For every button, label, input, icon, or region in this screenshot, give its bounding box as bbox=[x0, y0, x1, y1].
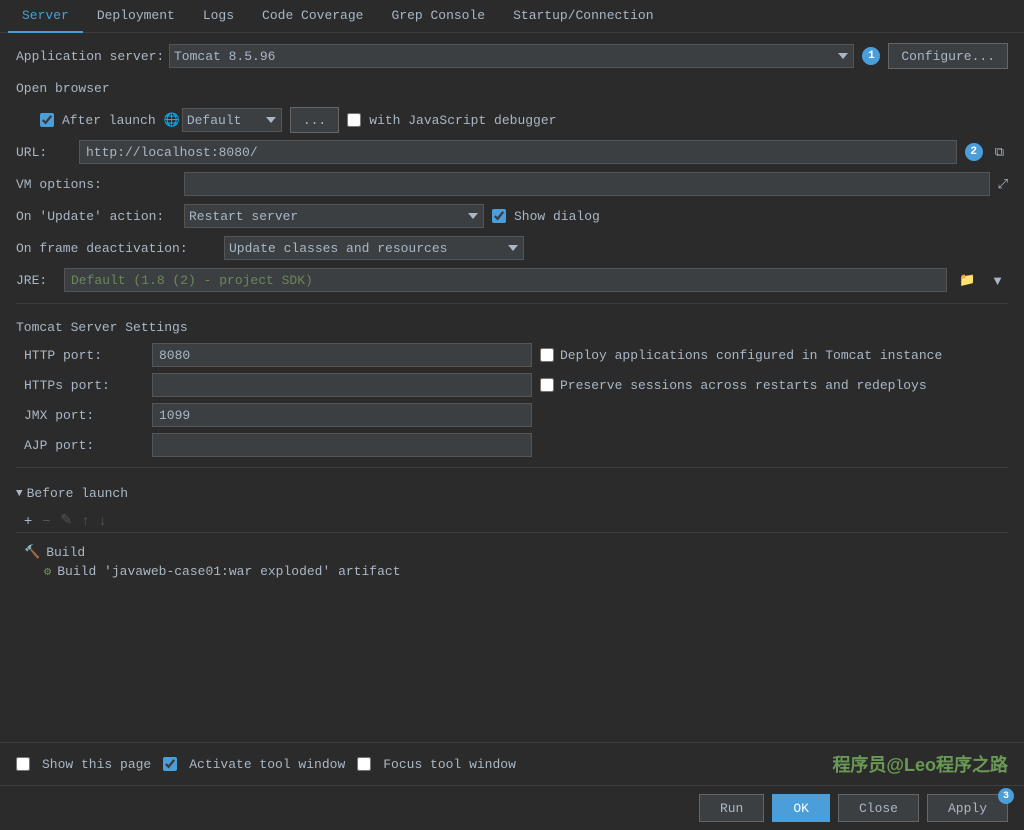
open-browser-label: Open browser bbox=[16, 81, 110, 96]
build-label: Build bbox=[46, 545, 85, 560]
collapse-icon[interactable]: ▼ bbox=[16, 488, 23, 500]
apply-button-wrapper: Apply 3 bbox=[927, 794, 1008, 822]
browser-select[interactable]: Default bbox=[182, 108, 282, 132]
apply-button[interactable]: Apply bbox=[927, 794, 1008, 822]
on-frame-row: On frame deactivation: Update classes an… bbox=[16, 235, 1008, 261]
js-debugger-checkbox[interactable] bbox=[347, 113, 361, 127]
vm-expand-button[interactable]: ⤢ bbox=[998, 176, 1008, 192]
jmx-port-input[interactable] bbox=[152, 403, 532, 427]
preserve-sessions-checkbox[interactable] bbox=[540, 378, 554, 392]
build-icon: 🔨 bbox=[24, 545, 40, 560]
add-button[interactable]: + bbox=[20, 510, 36, 530]
focus-tool-label[interactable]: Focus tool window bbox=[383, 757, 516, 772]
open-browser-section: Open browser bbox=[16, 75, 1008, 101]
jre-dropdown-icon[interactable]: ▼ bbox=[987, 271, 1008, 290]
show-dialog-label[interactable]: Show dialog bbox=[514, 209, 600, 224]
url-row: URL: 2 ⧉ bbox=[16, 139, 1008, 165]
bottom-bar: Show this page Activate tool window Focu… bbox=[0, 742, 1024, 785]
url-copy-icon[interactable]: ⧉ bbox=[991, 142, 1008, 162]
url-label: URL: bbox=[16, 145, 71, 160]
tomcat-settings-grid: HTTP port: Deploy applications configure… bbox=[24, 343, 1008, 457]
application-server-label: Application server: bbox=[16, 49, 161, 64]
tab-code-coverage[interactable]: Code Coverage bbox=[248, 0, 377, 33]
before-launch-toolbar: + − ✎ ↑ ↓ bbox=[16, 507, 1008, 533]
jre-folder-icon[interactable]: 📁 bbox=[955, 270, 979, 290]
after-launch-row: After launch 🌐 Default ... with JavaScri… bbox=[40, 107, 1008, 133]
tab-deployment[interactable]: Deployment bbox=[83, 0, 189, 33]
tab-bar: Server Deployment Logs Code Coverage Gre… bbox=[0, 0, 1024, 33]
activate-tool-checkbox[interactable] bbox=[163, 757, 177, 771]
ajp-port-input[interactable] bbox=[152, 433, 532, 457]
close-button[interactable]: Close bbox=[838, 794, 919, 822]
ajp-port-label: AJP port: bbox=[24, 438, 144, 453]
tab-grep-console[interactable]: Grep Console bbox=[377, 0, 499, 33]
show-page-label[interactable]: Show this page bbox=[42, 757, 151, 772]
deploy-applications-label: Deploy applications configured in Tomcat… bbox=[560, 348, 942, 363]
http-port-input[interactable] bbox=[152, 343, 532, 367]
application-server-row: Application server: Tomcat 8.5.96 1 Conf… bbox=[16, 43, 1008, 69]
deploy-applications-checkbox[interactable] bbox=[540, 348, 554, 362]
preserve-sessions-label: Preserve sessions across restarts and re… bbox=[560, 378, 927, 393]
vm-options-row: VM options: ⤢ bbox=[16, 171, 1008, 197]
jre-label: JRE: bbox=[16, 273, 56, 288]
ok-button[interactable]: OK bbox=[772, 794, 830, 822]
build-artifact-item[interactable]: ⚙ Build 'javaweb-case01:war exploded' ar… bbox=[44, 562, 1000, 581]
browser-ellipsis-button[interactable]: ... bbox=[290, 107, 339, 133]
preserve-sessions-check-label[interactable]: Preserve sessions across restarts and re… bbox=[540, 378, 1008, 393]
application-server-badge: 1 bbox=[862, 47, 880, 65]
activate-tool-label[interactable]: Activate tool window bbox=[189, 757, 345, 772]
tab-startup-connection[interactable]: Startup/Connection bbox=[499, 0, 667, 33]
artifact-icon: ⚙ bbox=[44, 564, 51, 579]
move-down-button[interactable]: ↓ bbox=[95, 510, 110, 530]
deploy-applications-check-label[interactable]: Deploy applications configured in Tomcat… bbox=[540, 348, 1008, 363]
https-port-label: HTTPs port: bbox=[24, 378, 144, 393]
build-artifact-label: Build 'javaweb-case01:war exploded' arti… bbox=[57, 564, 400, 579]
tab-server[interactable]: Server bbox=[8, 0, 83, 33]
build-item-build: 🔨 Build bbox=[24, 543, 1000, 562]
on-update-select[interactable]: Restart server Redeploy Update classes a… bbox=[184, 204, 484, 228]
tab-logs[interactable]: Logs bbox=[189, 0, 248, 33]
tomcat-settings-title: Tomcat Server Settings bbox=[16, 320, 1008, 335]
jre-row: JRE: 📁 ▼ bbox=[16, 267, 1008, 293]
on-update-row: On 'Update' action: Restart server Redep… bbox=[16, 203, 1008, 229]
after-launch-checkbox[interactable] bbox=[40, 113, 54, 127]
https-port-input[interactable] bbox=[152, 373, 532, 397]
application-server-select[interactable]: Tomcat 8.5.96 bbox=[169, 44, 854, 68]
run-button[interactable]: Run bbox=[699, 794, 764, 822]
edit-button[interactable]: ✎ bbox=[56, 509, 76, 530]
on-frame-label: On frame deactivation: bbox=[16, 241, 216, 256]
remove-button[interactable]: − bbox=[38, 510, 54, 530]
jmx-port-label: JMX port: bbox=[24, 408, 144, 423]
configure-button[interactable]: Configure... bbox=[888, 43, 1008, 69]
focus-tool-checkbox[interactable] bbox=[357, 757, 371, 771]
apply-badge: 3 bbox=[998, 788, 1014, 804]
before-launch-title: Before launch bbox=[27, 486, 128, 501]
js-debugger-label[interactable]: with JavaScript debugger bbox=[369, 113, 556, 128]
on-update-label: On 'Update' action: bbox=[16, 209, 176, 224]
build-list: 🔨 Build ⚙ Build 'javaweb-case01:war expl… bbox=[16, 539, 1008, 585]
jre-input[interactable] bbox=[64, 268, 947, 292]
watermark: 程序员@Leo程序之路 bbox=[832, 751, 1008, 777]
on-frame-select[interactable]: Update classes and resources Do nothing … bbox=[224, 236, 524, 260]
server-content: Application server: Tomcat 8.5.96 1 Conf… bbox=[0, 33, 1024, 742]
url-input[interactable] bbox=[79, 140, 957, 164]
button-row: Run OK Close Apply 3 bbox=[0, 785, 1024, 830]
show-dialog-checkbox[interactable] bbox=[492, 209, 506, 223]
move-up-button[interactable]: ↑ bbox=[78, 510, 93, 530]
after-launch-label[interactable]: After launch bbox=[62, 113, 156, 128]
url-badge: 2 bbox=[965, 143, 983, 161]
show-page-checkbox[interactable] bbox=[16, 757, 30, 771]
http-port-label: HTTP port: bbox=[24, 348, 144, 363]
vm-options-label: VM options: bbox=[16, 177, 176, 192]
vm-options-input[interactable] bbox=[184, 172, 990, 196]
before-launch-header: ▼ Before launch bbox=[16, 486, 1008, 501]
